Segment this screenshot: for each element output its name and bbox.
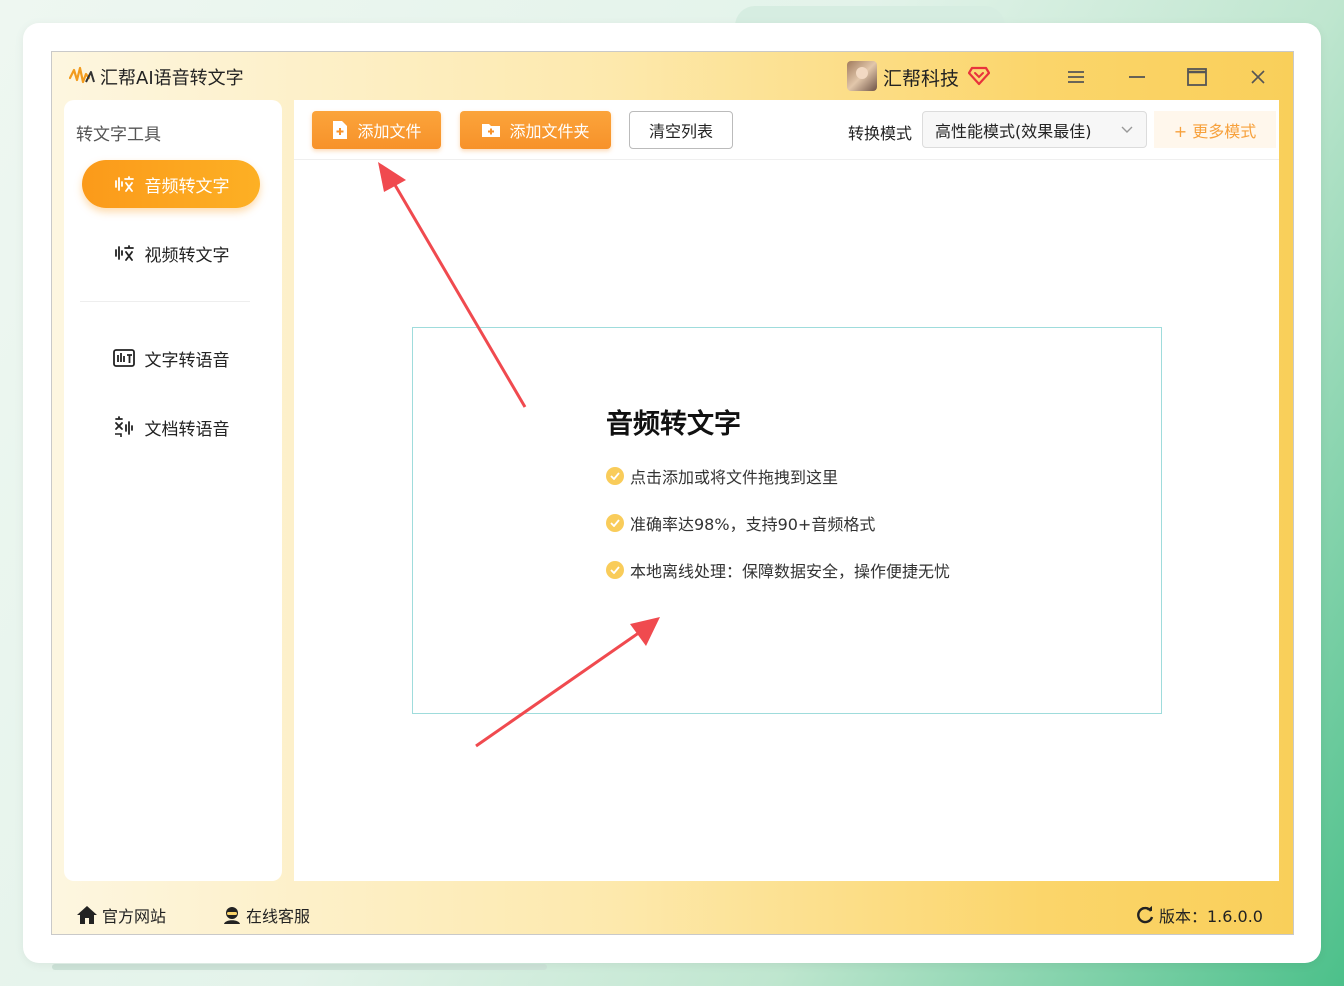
mode-select-value: 高性能模式(效果最佳)	[935, 121, 1092, 141]
chevron-down-icon	[1121, 126, 1133, 133]
sidebar-item-label: 音频转文字	[144, 176, 230, 197]
video-wave-icon	[114, 245, 134, 261]
feature-text: 本地离线处理：保障数据安全，操作便捷无忧	[630, 562, 951, 581]
maximize-icon	[1187, 68, 1207, 86]
more-modes-button[interactable]: + 更多模式	[1154, 111, 1276, 148]
vip-diamond-icon[interactable]	[968, 64, 990, 86]
close-icon	[1251, 70, 1265, 84]
official-website-label: 官方网站	[102, 907, 167, 926]
drop-zone-title: 音频转文字	[606, 409, 741, 440]
maximize-button[interactable]	[1184, 64, 1210, 90]
customer-service-icon	[224, 907, 240, 924]
feature-text: 点击添加或将文件拖拽到这里	[630, 468, 839, 487]
mode-select[interactable]: 高性能模式(效果最佳)	[922, 111, 1147, 148]
sidebar-item-label: 视频转文字	[144, 245, 230, 266]
sidebar-item-label: 文字转语音	[144, 350, 230, 371]
text-speech-icon	[112, 349, 135, 367]
add-file-label: 添加文件	[357, 122, 422, 141]
sidebar-item-doc-to-speech[interactable]: 文档转语音	[82, 403, 260, 451]
refresh-icon	[1137, 906, 1154, 924]
clear-list-button[interactable]: 清空列表	[629, 111, 733, 149]
add-folder-label: 添加文件夹	[509, 122, 590, 141]
feature-text: 准确率达98%，支持90+音频格式	[630, 515, 876, 534]
sidebar-item-audio-to-text[interactable]: 音频转文字	[82, 160, 260, 208]
audio-wave-icon	[114, 176, 134, 192]
add-file-icon	[333, 121, 348, 139]
version-label: 版本：1.6.0.0	[1159, 907, 1263, 926]
app-window: 汇帮AI语音转文字 汇帮科技 转文字工具 音频转文字 视频转文字 文字转语音 文…	[51, 51, 1294, 935]
sidebar-divider	[80, 301, 250, 302]
add-folder-icon	[482, 124, 501, 137]
menu-button[interactable]	[1063, 64, 1089, 90]
user-avatar[interactable]	[847, 61, 877, 91]
feature-item: 点击添加或将文件拖拽到这里	[606, 464, 838, 488]
sidebar-item-label: 文档转语音	[144, 419, 230, 440]
version-info[interactable]: 版本：1.6.0.0	[1135, 903, 1263, 927]
add-file-button[interactable]: 添加文件	[312, 111, 441, 149]
check-icon	[606, 561, 624, 579]
hamburger-icon	[1068, 71, 1084, 83]
doc-speech-icon	[114, 416, 133, 437]
add-folder-button[interactable]: 添加文件夹	[460, 111, 611, 149]
title-bar: 汇帮AI语音转文字 汇帮科技	[52, 52, 1293, 100]
sidebar-title: 转文字工具	[76, 125, 161, 145]
mode-label: 转换模式	[848, 124, 913, 143]
main-panel: 添加文件 添加文件夹 清空列表 转换模式 高性能模式(效果最佳) + 更多模式 …	[294, 100, 1279, 881]
sidebar-item-text-to-speech[interactable]: 文字转语音	[82, 334, 260, 382]
check-icon	[606, 514, 624, 532]
app-logo-icon	[69, 66, 95, 84]
file-drop-zone[interactable]: 音频转文字 点击添加或将文件拖拽到这里 准确率达98%，支持90+音频格式 本地…	[412, 327, 1162, 714]
minimize-button[interactable]	[1124, 64, 1150, 90]
sidebar-item-video-to-text[interactable]: 视频转文字	[82, 229, 260, 277]
check-icon	[606, 467, 624, 485]
feature-item: 本地离线处理：保障数据安全，操作便捷无忧	[606, 558, 950, 582]
background-strip	[52, 964, 547, 970]
minimize-icon	[1129, 76, 1145, 78]
close-button[interactable]	[1245, 64, 1271, 90]
app-title: 汇帮AI语音转文字	[100, 68, 244, 89]
official-website-link[interactable]: 官方网站	[76, 903, 166, 927]
username[interactable]: 汇帮科技	[883, 64, 959, 91]
sidebar: 转文字工具 音频转文字 视频转文字 文字转语音 文档转语音	[64, 100, 282, 881]
online-service-link[interactable]: 在线客服	[222, 903, 310, 927]
online-service-label: 在线客服	[246, 907, 311, 926]
home-icon	[77, 906, 97, 924]
feature-item: 准确率达98%，支持90+音频格式	[606, 511, 875, 535]
toolbar: 添加文件 添加文件夹 清空列表 转换模式 高性能模式(效果最佳) + 更多模式	[294, 100, 1279, 160]
